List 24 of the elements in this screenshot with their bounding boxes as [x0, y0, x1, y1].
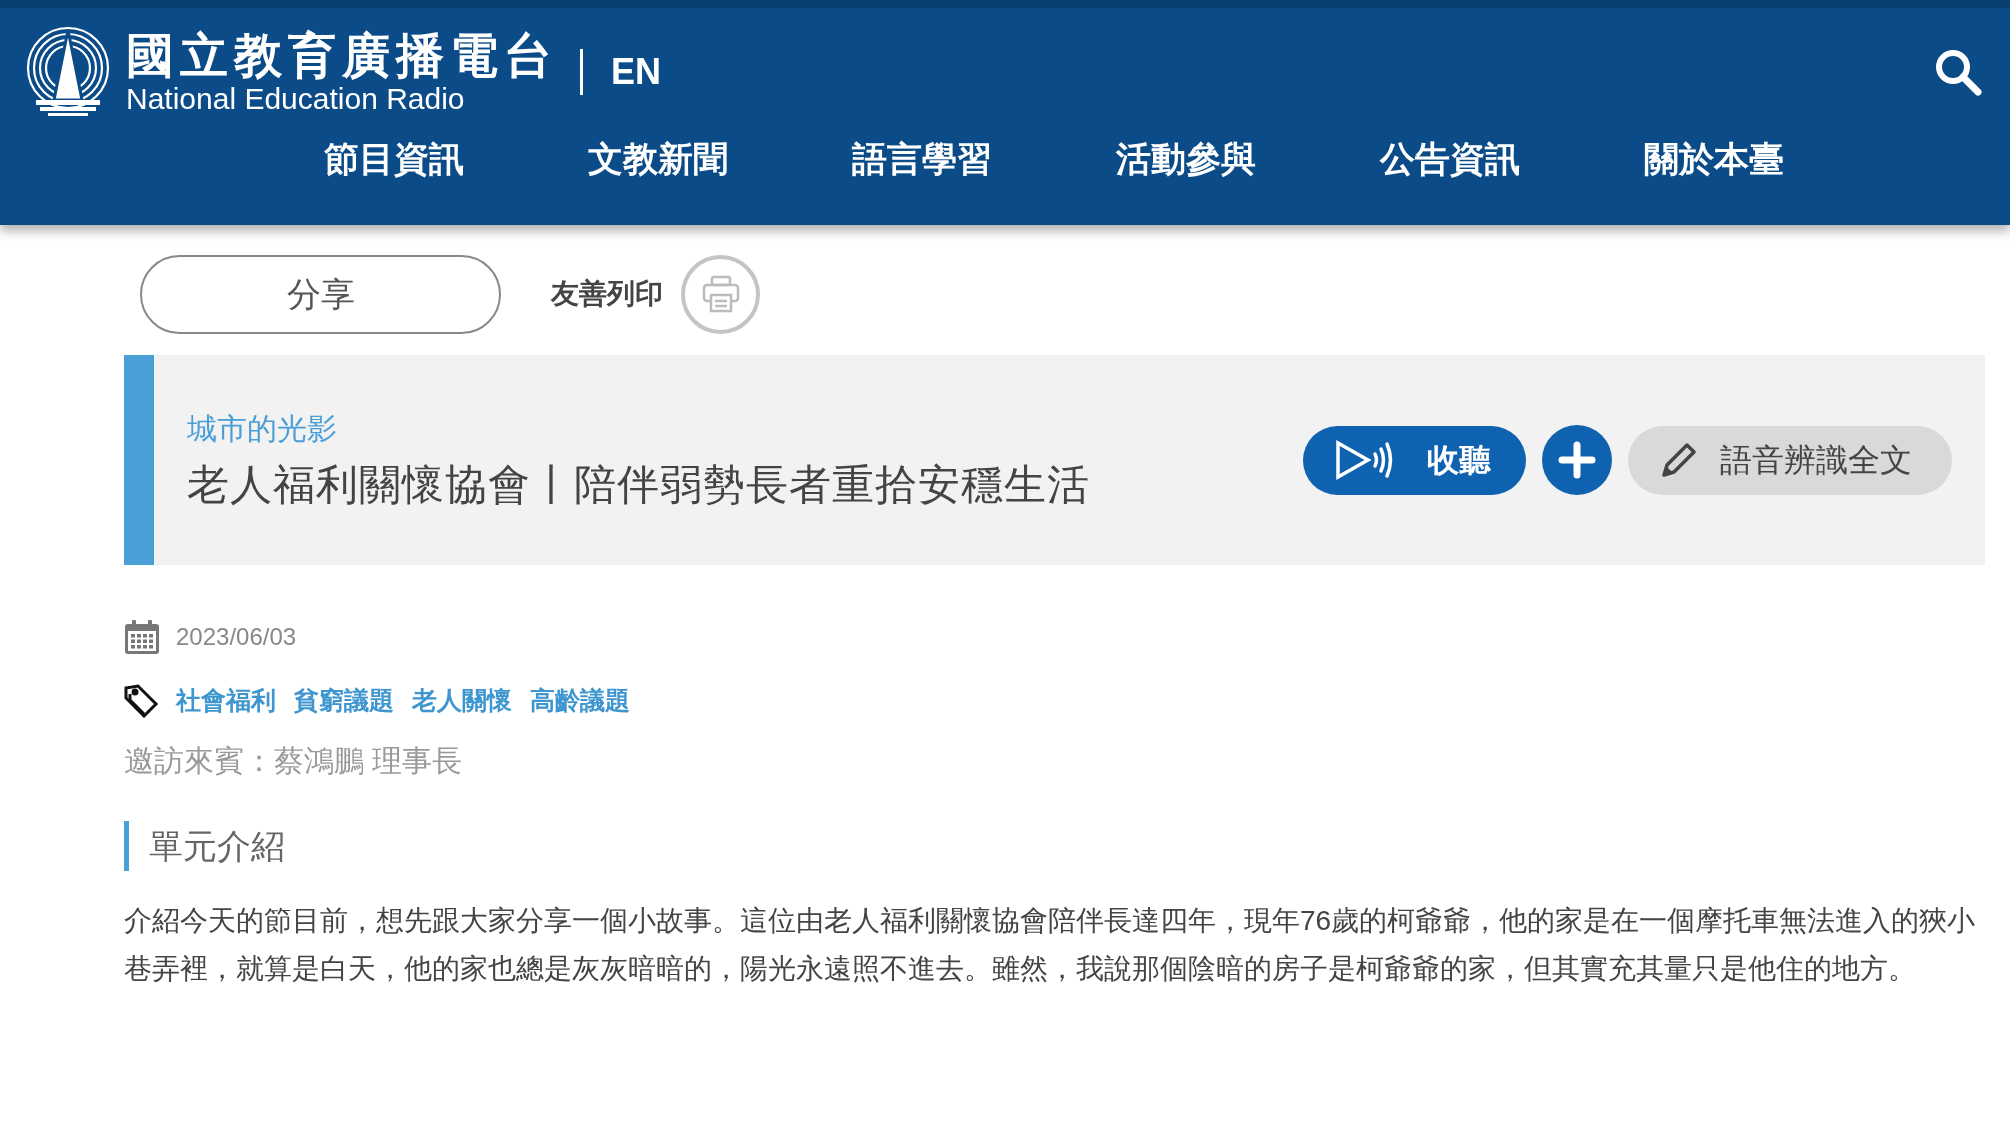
share-button[interactable]: 分享: [140, 254, 501, 334]
nav-link[interactable]: 公告資訊: [1378, 135, 1522, 183]
nav-link[interactable]: 文教新聞: [586, 135, 730, 183]
nav-link[interactable]: 活動參與: [1114, 135, 1258, 183]
calendar-icon: [124, 619, 160, 655]
pencil-icon: [1660, 441, 1698, 479]
nav-link[interactable]: 語言學習: [850, 135, 994, 183]
transcript-button[interactable]: 語音辨識全文: [1628, 425, 1952, 495]
language-link[interactable]: EN: [611, 44, 661, 99]
nav-link[interactable]: 關於本臺: [1642, 135, 1786, 183]
plus-icon: [1557, 440, 1597, 480]
guest-info: 邀訪來賓：蔡鴻鵬 理事長: [124, 743, 464, 779]
publish-date: 2023/06/03: [176, 622, 297, 652]
logo-title: 國立教育廣播電台: [126, 27, 558, 82]
tags-icon: [124, 684, 160, 718]
listen-button[interactable]: 收聽: [1303, 425, 1526, 495]
nav-link[interactable]: 節目資訊: [322, 135, 466, 183]
logo-subtitle: National Education Radio: [126, 81, 466, 116]
print-label[interactable]: 友善列印: [551, 273, 663, 315]
search-icon[interactable]: [1934, 47, 1982, 96]
section-heading: 單元介紹: [149, 825, 285, 867]
printer-icon: [700, 274, 741, 314]
episode-title: 老人福利關懷協會丨陪伴弱勢長者重拾安穩生活: [187, 460, 1091, 510]
section-body: 介紹今天的節目前，想先跟大家分享一個小故事。這位由老人福利關懷協會陪伴長達四年，現年76歲的柯爺爺，他的家是在一個摩托車無法進入的狹小巷弄裡，就算是白天，他的家也總是灰灰暗暗的，陽光永遠照不進去。雖然，我說那個陰暗的房子是柯爺爺的家，但其實充其量只是他住的地方。: [124, 904, 1977, 986]
